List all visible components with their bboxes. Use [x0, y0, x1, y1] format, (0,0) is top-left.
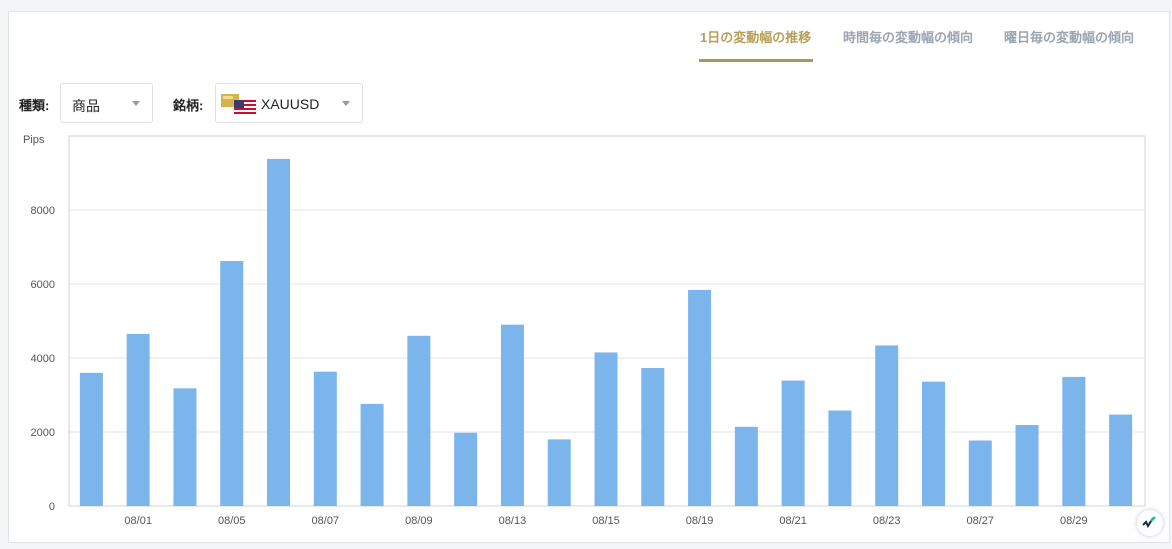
bar-08/08[interactable] — [360, 403, 384, 506]
x-tick-label: 08/01 — [124, 515, 152, 527]
y-axis-ticks: 0 2000 4000 6000 8000 — [31, 205, 55, 513]
bar-08/21[interactable] — [781, 380, 805, 506]
bar-08/01[interactable] — [126, 333, 150, 506]
type-label: 種類: — [19, 98, 50, 113]
bar-08/12[interactable] — [454, 432, 478, 506]
bar-08/26[interactable] — [921, 381, 945, 506]
bar-chart-svg: 02000400060008000 08/01 08/05 08/07 08/09 08… — [23, 134, 1146, 527]
symbol-select-value: XAUUSD — [261, 96, 320, 112]
x-tick-label: 08/13 — [499, 515, 527, 527]
y-tick-label: 2000 — [31, 427, 55, 439]
x-tick-label: 08/19 — [686, 515, 714, 527]
bars — [79, 158, 1133, 506]
bar-08/02[interactable] — [173, 388, 197, 506]
y-axis-label: Pips — [23, 134, 45, 146]
volatility-panel: 1日の変動幅の推移 時間毎の変動幅の傾向 曜日毎の変動幅の傾向 種類: 商品 銘… — [8, 11, 1170, 543]
active-tab-underline — [699, 59, 813, 62]
y-tick-label: 0 — [49, 501, 55, 513]
type-select[interactable]: 商品 — [60, 83, 153, 123]
bar-08/09[interactable] — [407, 335, 431, 506]
chevron-down-icon — [132, 101, 140, 106]
x-tick-label: 08/09 — [405, 515, 433, 527]
tab-weekday-trend[interactable]: 曜日毎の変動幅の傾向 — [1004, 27, 1134, 46]
bar-08/28[interactable] — [1015, 424, 1039, 506]
bar-08/07[interactable] — [313, 371, 337, 506]
bar-08/05[interactable] — [220, 261, 244, 506]
tab-hourly-trend[interactable]: 時間毎の変動幅の傾向 — [843, 27, 973, 46]
xau-usd-flag-icon — [221, 94, 257, 114]
bar-08/13[interactable] — [500, 324, 524, 506]
x-tick-label: 08/15 — [592, 515, 620, 527]
y-tick-label: 8000 — [31, 205, 55, 217]
bar-08/14[interactable] — [547, 439, 571, 506]
type-select-value: 商品 — [72, 98, 100, 114]
bar-08/30[interactable] — [1109, 414, 1133, 506]
x-tick-label: 08/27 — [966, 515, 994, 527]
x-tick-label: 08/05 — [218, 515, 246, 527]
y-tick-label: 4000 — [31, 353, 55, 365]
bar-08/20[interactable] — [734, 426, 758, 506]
symbol-label: 銘柄: — [173, 98, 204, 113]
x-tick-label: 08/07 — [312, 515, 340, 527]
chevron-down-icon — [342, 101, 350, 106]
bar-08/15[interactable] — [594, 352, 618, 506]
x-tick-label: 08/23 — [873, 515, 901, 527]
y-tick-label: 6000 — [31, 279, 55, 291]
bar-08/27[interactable] — [968, 440, 992, 506]
bar-08/23[interactable] — [875, 345, 899, 506]
tradingview-icon — [1142, 516, 1156, 529]
tab-daily-range[interactable]: 1日の変動幅の推移 — [700, 27, 811, 46]
x-tick-label: 08/29 — [1060, 515, 1088, 527]
bar-08/19[interactable] — [688, 289, 712, 506]
tradingview-badge[interactable] — [1137, 510, 1163, 536]
bar-08/22[interactable] — [828, 410, 852, 506]
bar-08/06[interactable] — [267, 158, 291, 506]
x-tick-label: 08/21 — [779, 515, 807, 527]
bar-08/16[interactable] — [641, 367, 665, 506]
x-axis-ticks: 08/01 08/05 08/07 08/09 08/13 08/15 08/19 08/21… — [124, 515, 1087, 527]
bar-08/29[interactable] — [1062, 376, 1086, 506]
bar-07/31[interactable] — [79, 372, 103, 506]
daily-range-chart: 0 2000 4000 6000 8000 08/01 08/05 08/07 08/09 08… — [9, 130, 1171, 544]
symbol-select[interactable]: XAUUSD — [215, 83, 363, 123]
